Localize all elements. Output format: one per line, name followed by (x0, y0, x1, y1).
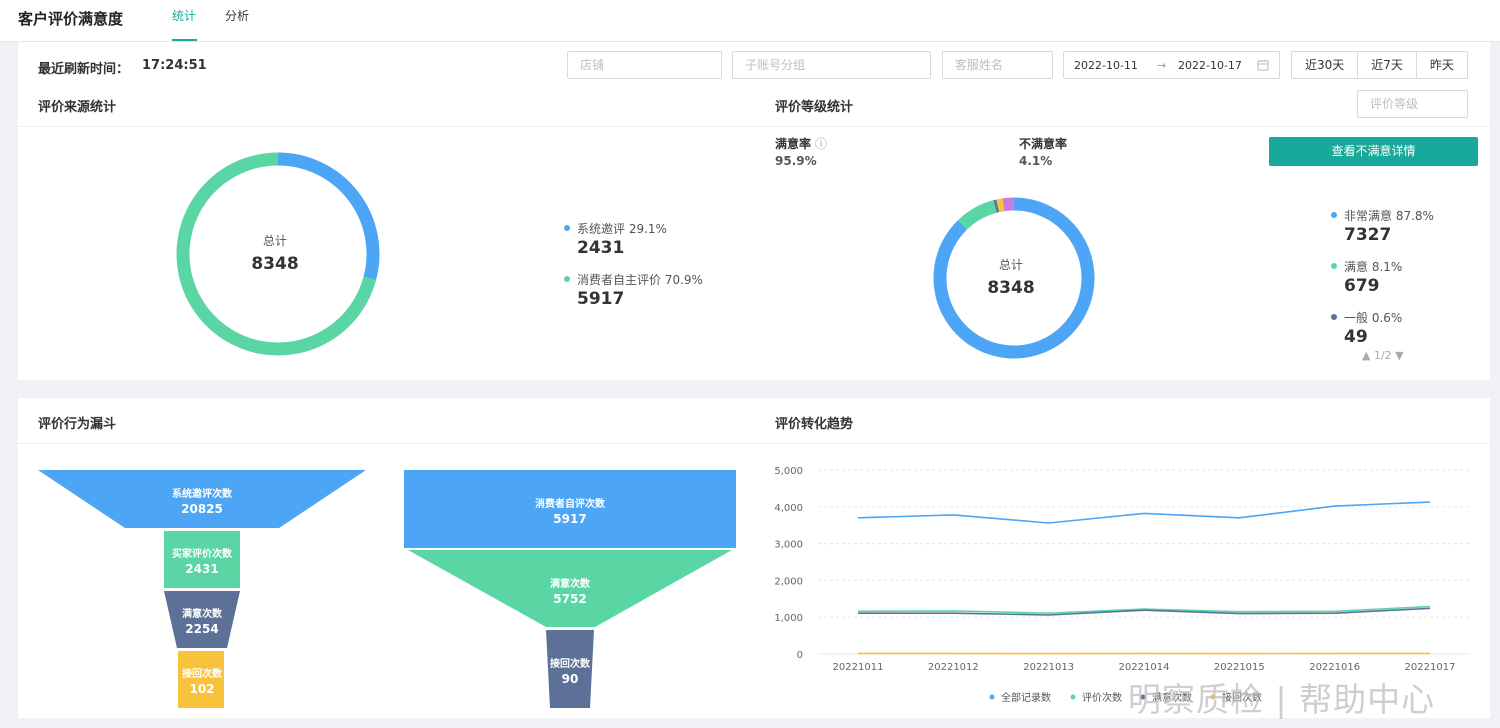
funnel-right-2-label: 满意次数 (550, 579, 590, 590)
satisfied-rate-label: 满意率 (775, 137, 812, 151)
range-30-days-button[interactable]: 近30天 (1292, 52, 1357, 78)
page-title: 客户评价满意度 (18, 10, 124, 28)
funnel-title: 评价行为漏斗 (38, 417, 117, 432)
legend-dot (564, 225, 570, 231)
funnel-left-2-value: 2431 (185, 562, 219, 576)
refresh-time: 17:24:51 (142, 58, 207, 73)
funnel-right-1-value: 5917 (553, 512, 587, 526)
funnel-left-4-value: 102 (189, 682, 215, 696)
funnel-right-1-label: 消费者自评次数 (535, 499, 605, 510)
legend-pager[interactable]: ▲ 1/2 ▼ (1362, 349, 1404, 362)
date-range-picker[interactable]: 2022-10-11 → 2022-10-17 (1063, 51, 1280, 79)
date-start: 2022-10-11 (1074, 59, 1138, 72)
legend-dot (564, 276, 570, 282)
section-divider (18, 443, 1490, 444)
tab-analysis[interactable]: 分析 (225, 7, 249, 24)
grade-select[interactable] (1357, 90, 1468, 118)
date-end: 2022-10-17 (1178, 59, 1242, 72)
agent-name-select[interactable] (942, 51, 1053, 79)
legend-system-invite-value: 2431 (577, 238, 625, 258)
grade-stats-title: 评价等级统计 (775, 100, 854, 115)
satisfied-rate-value: 95.9% (775, 154, 817, 168)
view-unsatisfied-details-button[interactable]: 查看不满意详情 (1269, 137, 1478, 166)
funnel-right-3-value: 90 (561, 672, 579, 686)
shop-select[interactable] (567, 51, 722, 79)
calendar-icon (1257, 60, 1269, 71)
source-total-value: 8348 (251, 254, 299, 274)
legend-dot (1331, 314, 1337, 320)
legend-very-satisfied-value: 7327 (1344, 225, 1392, 245)
legend-neutral-value: 49 (1344, 327, 1368, 347)
legend-self-review-value: 5917 (577, 289, 625, 309)
active-tab-indicator (172, 39, 197, 41)
unsatisfied-rate-value: 4.1% (1019, 154, 1053, 168)
funnel-left-3-value: 2254 (185, 622, 219, 636)
arrow-icon: → (1157, 59, 1167, 72)
funnel-right-2-value: 5752 (553, 592, 587, 606)
funnel-left-4-label: 接回次数 (182, 669, 222, 680)
legend-system-invite-label: 系统邀评 29.1% (577, 222, 667, 236)
tab-statistics[interactable]: 统计 (172, 7, 196, 24)
watermark: 明察质检 | 帮助中心 (1128, 680, 1436, 719)
grade-total-value: 8348 (987, 278, 1035, 298)
quick-range-group: 近30天 近7天 昨天 (1291, 51, 1468, 79)
funnel-left-1-value: 20825 (181, 502, 223, 516)
subaccount-group-select[interactable] (732, 51, 931, 79)
grade-total-label: 总计 (998, 258, 1023, 272)
legend-satisfied-value: 679 (1344, 276, 1380, 296)
funnel-left-3-label: 满意次数 (182, 609, 222, 620)
trend-title: 评价转化趋势 (775, 417, 854, 432)
legend-very-satisfied-label: 非常满意 87.8% (1344, 209, 1434, 223)
info-icon[interactable]: ⓘ (815, 135, 827, 152)
source-stats-title: 评价来源统计 (38, 100, 117, 115)
funnel-right-3-label: 接回次数 (550, 659, 590, 670)
legend-satisfied-label: 满意 8.1% (1344, 260, 1403, 274)
statistics-card (18, 42, 1490, 380)
refresh-label: 最近刷新时间： (38, 62, 130, 77)
legend-neutral-label: 一般 0.6% (1344, 311, 1403, 325)
range-7-days-button[interactable]: 近7天 (1357, 52, 1416, 78)
funnel-left-1-label: 系统邀评次数 (172, 489, 232, 500)
top-bar: 客户评价满意度 统计 分析 (0, 0, 1500, 42)
range-yesterday-button[interactable]: 昨天 (1415, 52, 1467, 78)
source-total-label: 总计 (262, 234, 287, 248)
unsatisfied-rate-label: 不满意率 (1019, 137, 1068, 151)
legend-dot (1331, 212, 1337, 218)
funnel-left-2-label: 买家评价次数 (172, 549, 232, 560)
section-divider (18, 126, 1490, 127)
legend-self-review-label: 消费者自主评价 70.9% (577, 273, 703, 287)
legend-dot (1331, 263, 1337, 269)
